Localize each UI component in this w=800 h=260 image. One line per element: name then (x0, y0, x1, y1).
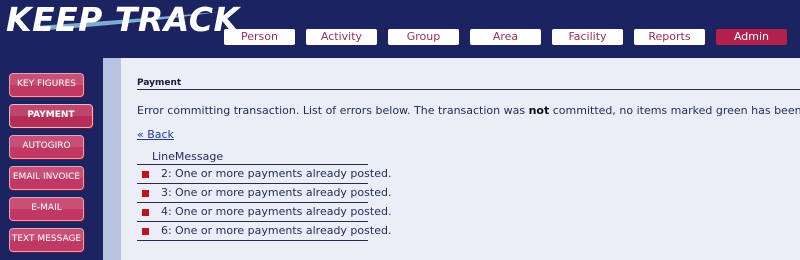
sidebar-item-autogiro[interactable]: AUTOGIRO (9, 135, 84, 159)
table-row: 6: One or more payments already posted. (137, 222, 391, 241)
sidebar-item-label: PAYMENT (27, 110, 75, 120)
keep-track-logo[interactable]: KEEP TRACK (6, 0, 240, 40)
sidebar-item-label: AUTOGIRO (22, 141, 71, 151)
tab-area[interactable]: Area (470, 29, 541, 45)
error-message-start: Error committing transaction. List of er… (137, 104, 529, 117)
sidebar-item-label: E-MAIL (31, 203, 62, 213)
error-marker-icon (142, 190, 149, 197)
table-row: 3: One or more payments already posted. (137, 184, 391, 203)
sidebar: KEY FIGURES PAYMENT AUTOGIRO EMAIL INVOI… (0, 58, 103, 260)
page-title: Payment (137, 78, 182, 88)
title-divider (137, 89, 800, 90)
sidebar-item-label: KEY FIGURES (17, 79, 76, 89)
row-line-number: 6: (161, 224, 172, 237)
row-line-number: 2: (161, 167, 172, 180)
sidebar-item-label: EMAIL INVOICE (12, 172, 81, 182)
error-message-end: committed, no items marked green has bee… (552, 104, 800, 117)
row-message: One or more payments already posted. (175, 167, 392, 180)
row-message: One or more payments already posted. (175, 224, 392, 237)
sidebar-divider-strip (103, 58, 121, 260)
tab-group[interactable]: Group (388, 29, 459, 45)
sidebar-item-email[interactable]: E-MAIL (9, 197, 84, 221)
logo-text: KEEP TRACK (6, 0, 240, 39)
error-message-emphasis: not (528, 104, 550, 117)
tab-admin[interactable]: Admin (716, 29, 787, 45)
sidebar-item-text-message[interactable]: TEXT MESSAGE (9, 228, 84, 252)
header-bar: KEEP TRACK Person Activity Group Area Fa… (0, 0, 800, 58)
tab-facility[interactable]: Facility (552, 29, 623, 45)
tab-activity[interactable]: Activity (306, 29, 377, 45)
error-marker-icon (142, 209, 149, 216)
row-line-number: 4: (161, 205, 172, 218)
tab-reports[interactable]: Reports (634, 29, 705, 45)
back-link[interactable]: « Back (137, 128, 174, 141)
error-message: Error committing transaction. List of er… (137, 104, 800, 117)
sidebar-item-email-invoice[interactable]: EMAIL INVOICE (9, 166, 84, 190)
sidebar-item-payment[interactable]: PAYMENT (9, 104, 93, 128)
sidebar-item-key-figures[interactable]: KEY FIGURES (9, 73, 84, 97)
table-row: 4: One or more payments already posted. (137, 203, 391, 222)
tab-person[interactable]: Person (224, 29, 295, 45)
sidebar-item-label: TEXT MESSAGE (11, 234, 82, 244)
error-table: LineMessage 2: One or more payments alre… (137, 150, 391, 241)
main-content: Payment Error committing transaction. Li… (121, 58, 800, 260)
error-marker-icon (142, 171, 149, 178)
row-line-number: 3: (161, 186, 172, 199)
row-message: One or more payments already posted. (175, 186, 392, 199)
row-message: One or more payments already posted. (175, 205, 392, 218)
error-table-header: LineMessage (137, 150, 368, 165)
table-row: 2: One or more payments already posted. (137, 165, 391, 184)
error-marker-icon (142, 228, 149, 235)
